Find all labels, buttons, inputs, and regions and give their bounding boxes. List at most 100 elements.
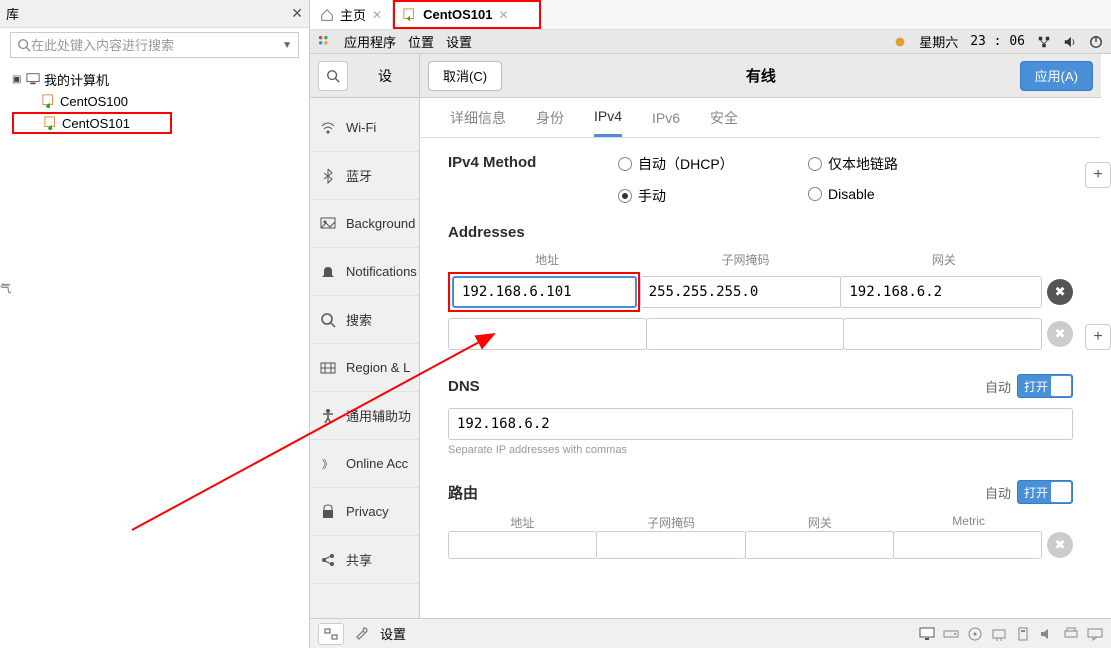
route-ip-input[interactable] [448,531,597,559]
dns-auto-switch[interactable]: 打开 [1017,374,1073,398]
route-auto-label: 自动 [985,483,1011,502]
computer-icon [26,72,40,86]
sidebar-item-share[interactable]: 共享 [310,536,419,584]
activities-icon[interactable] [318,35,332,49]
sidebar-item-notifications[interactable]: Notifications [310,248,419,296]
region-icon [320,360,336,376]
ipv4-method-row: IPv4 Method 自动（DHCP） 手动 仅本地链路 Disable [448,154,1073,206]
library-tree: ▣ 我的计算机 CentOS100 CentOS101 [0,62,309,140]
library-search-input[interactable] [31,38,278,53]
route-gw-input[interactable] [745,531,894,559]
tree-collapse-icon[interactable]: ▣ [12,74,22,85]
tab-vm[interactable]: CentOS101 ✕ [393,0,540,29]
usb-icon[interactable] [1015,627,1031,641]
address-row: ✖ [448,272,1073,312]
add-connection-button[interactable]: + [1085,324,1111,350]
tree-root-label: 我的计算机 [44,70,109,89]
address-delete-button[interactable]: ✖ [1047,279,1073,305]
route-header-row: 路由 自动 打开 [448,480,1073,504]
route-metric-input[interactable] [893,531,1042,559]
sidebar-item-bluetooth[interactable]: 蓝牙 [310,152,419,200]
gnome-day: 星期六 [919,32,958,51]
tab-identity[interactable]: 身份 [536,98,564,137]
add-connection-button[interactable]: + [1085,162,1111,188]
settings-search-button[interactable] [318,61,348,91]
radio-disable[interactable]: Disable [808,186,898,202]
gutter-text: 气 [0,280,12,296]
tree-vm-row[interactable]: CentOS100 [12,90,297,112]
route-label: 路由 [448,482,478,503]
tab-ipv4[interactable]: IPv4 [594,98,622,137]
tree-root-row[interactable]: ▣ 我的计算机 [12,68,297,90]
background-icon [320,216,336,232]
route-delete-button[interactable]: ✖ [1047,532,1073,558]
dns-input[interactable] [448,408,1073,440]
hdd-icon[interactable] [943,627,959,641]
sidebar-item-search[interactable]: 搜索 [310,296,419,344]
volume-icon[interactable] [1063,35,1077,49]
accessibility-icon [320,408,336,424]
dns-header-row: DNS 自动 打开 [448,374,1073,398]
gnome-settings[interactable]: 设置 [446,32,472,51]
message-icon[interactable] [1087,627,1103,641]
search-icon [326,69,340,83]
tab-home[interactable]: 主页 ✕ [310,0,393,29]
radio-linklocal[interactable]: 仅本地链路 [808,154,898,174]
sidebar-item-wifi[interactable]: Wi-Fi [310,104,419,152]
vm-icon [42,94,56,108]
gnome-places[interactable]: 位置 [408,32,434,51]
printer-icon[interactable] [1063,627,1079,641]
address-ip-input[interactable] [452,276,637,308]
route-auto-switch[interactable]: 打开 [1017,480,1073,504]
address-ip-input[interactable] [448,318,647,350]
gnome-top-bar: 应用程序 位置 设置 星期六 23 : 06 [310,30,1111,54]
radio-auto[interactable]: 自动（DHCP） [618,154,808,174]
weather-icon[interactable] [893,35,907,49]
cancel-button[interactable]: 取消(C) [428,61,502,91]
address-mask-input[interactable] [640,276,842,308]
sidebar-item-accessibility[interactable]: 通用辅助功 [310,392,419,440]
sidebar-item-background[interactable]: Background [310,200,419,248]
power-icon[interactable] [1089,35,1103,49]
display-icon[interactable] [919,627,935,641]
cd-icon[interactable] [967,627,983,641]
settings-header-partial: 设 [378,66,392,86]
dialog-tabs: 详细信息 身份 IPv4 IPv6 安全 [420,98,1101,138]
library-search-box[interactable]: ▼ [10,32,299,58]
ipv4-method-label: IPv4 Method [448,154,618,171]
library-close-button[interactable]: ✕ [291,5,303,22]
search-icon [320,312,336,328]
tree-vm-row-selected[interactable]: CentOS101 [12,112,172,134]
tab-close-icon[interactable]: ✕ [498,8,508,22]
radio-manual[interactable]: 手动 [618,186,808,206]
settings-sidebar: 设 Wi-Fi 蓝牙 Background Notifications 搜索 R… [310,54,420,618]
route-mask-input[interactable] [596,531,745,559]
network-icon[interactable] [1037,35,1051,49]
address-headers: 地址 子网掩码 网关 [448,251,1073,268]
apply-button[interactable]: 应用(A) [1020,61,1093,91]
address-gw-input[interactable] [843,318,1042,350]
fullscreen-button[interactable] [318,623,344,645]
wrench-icon [354,626,370,642]
tab-security[interactable]: 安全 [710,98,738,137]
privacy-icon [320,504,336,520]
tab-close-icon[interactable]: ✕ [372,8,382,22]
gnome-apps[interactable]: 应用程序 [344,32,396,51]
address-delete-button[interactable]: ✖ [1047,321,1073,347]
statusbar-settings-label[interactable]: 设置 [380,624,406,643]
network-dialog: 取消(C) 有线 应用(A) 详细信息 身份 IPv4 IPv6 安全 IPv4… [420,54,1101,618]
addresses-label: Addresses [448,224,1073,241]
sound-icon[interactable] [1039,627,1055,641]
search-dropdown-icon[interactable]: ▼ [282,40,292,51]
sidebar-item-online[interactable]: 》Online Acc [310,440,419,488]
search-icon [17,38,31,52]
sidebar-item-privacy[interactable]: Privacy [310,488,419,536]
address-mask-input[interactable] [646,318,845,350]
tab-details[interactable]: 详细信息 [450,98,506,137]
nic-icon[interactable] [991,627,1007,641]
sidebar-item-region[interactable]: Region & L [310,344,419,392]
address-gw-input[interactable] [840,276,1042,308]
tab-ipv6[interactable]: IPv6 [652,98,680,137]
status-icons [919,627,1103,641]
route-headers: 地址 子网掩码 网关 Metric [448,514,1073,531]
